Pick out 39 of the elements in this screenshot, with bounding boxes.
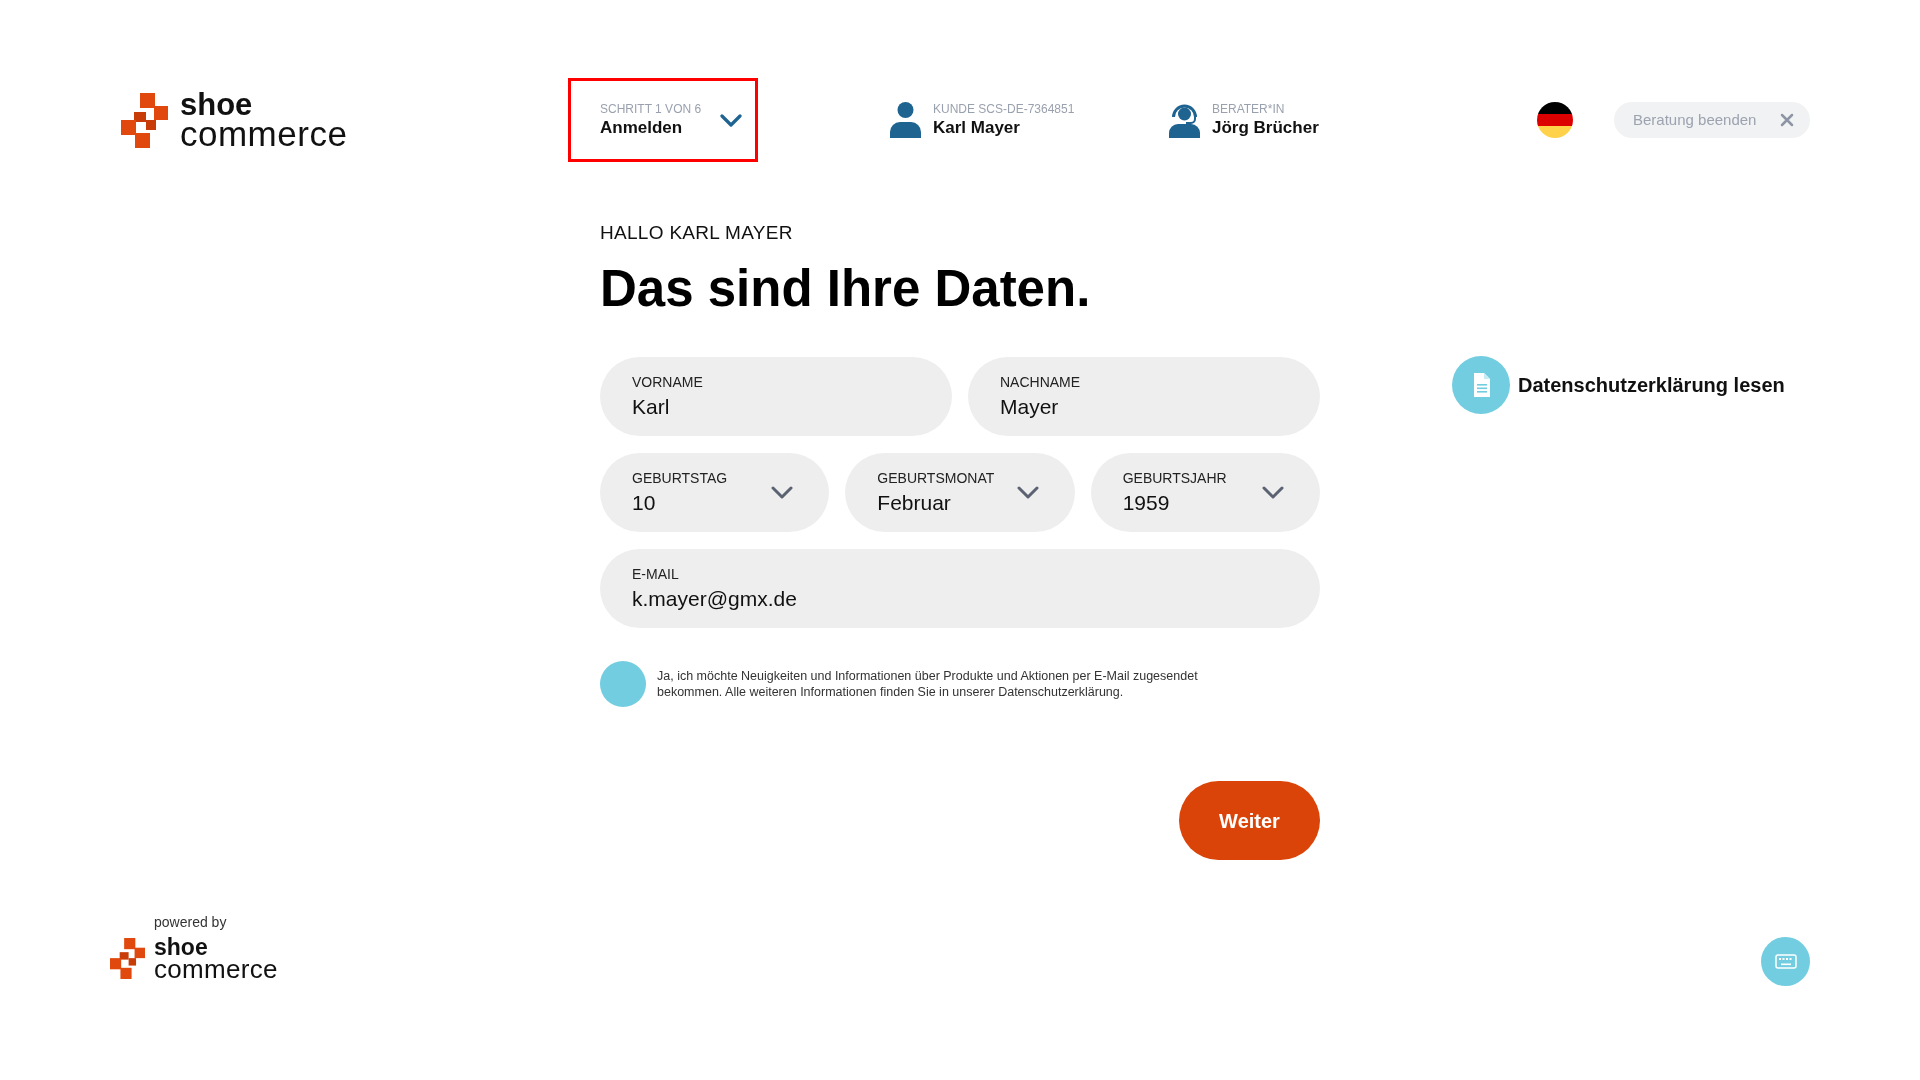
field-label: VORNAME <box>632 373 704 391</box>
person-icon <box>890 102 921 138</box>
chevron-down-icon <box>1262 486 1284 499</box>
field-label: GEBURTSMONAT <box>877 469 996 487</box>
next-button[interactable]: Weiter <box>1179 781 1320 860</box>
powered-by-text: powered by <box>154 913 228 931</box>
advisor-name: Jörg Brücher <box>1212 117 1319 139</box>
step-dropdown[interactable]: SCHRITT 1 VON 6 Anmelden <box>600 101 743 139</box>
dropdown-field[interactable]: GEBURTSTAG 10 <box>600 453 830 532</box>
chevron-down-icon <box>1016 486 1039 499</box>
dropdown-field[interactable]: GEBURTSMONAT Februar <box>845 453 1075 532</box>
checkbox[interactable] <box>600 661 646 707</box>
field-label: GEBURTSTAG <box>632 469 729 487</box>
privacy-link[interactable]: Datenschutzerklärung lesen <box>1452 356 1785 414</box>
greeting-text: HALLO KARL MAYER <box>600 221 794 245</box>
logo-wordmark: shoe commerce <box>154 937 278 980</box>
flag-icon[interactable] <box>1537 102 1573 138</box>
advisor-caption: BERATER*IN <box>1212 101 1286 117</box>
text-field[interactable]: VORNAME Karl <box>600 357 952 436</box>
squares-logo-icon <box>121 92 168 148</box>
logo-wordmark: shoe commerce <box>180 91 348 149</box>
close-icon <box>1780 113 1794 127</box>
field-label: GEBURTSJAHR <box>1122 469 1228 487</box>
keyboard-button[interactable] <box>1761 937 1810 986</box>
customer-caption: KUNDE SCS-DE-7364851 <box>933 101 1075 117</box>
customer-name: Karl Mayer <box>933 117 1021 139</box>
field-label: NACHNAME <box>1000 373 1082 391</box>
keyboard-icon <box>1774 954 1797 969</box>
headset-person-icon <box>1169 102 1200 138</box>
consent-text: Ja, ich möchte Neuigkeiten und Informationen über Produkte und Aktionen per E-Mail zugesendet bekommen. Alle weiteren Informationen finden Sie in unserer Datenschutzerklärung. <box>657 668 1199 700</box>
document-icon <box>1452 356 1510 414</box>
field-label: E-MAIL <box>632 565 680 583</box>
chevron-down-icon <box>771 486 794 499</box>
chevron-down-icon <box>720 113 743 127</box>
text-field[interactable]: NACHNAME Mayer <box>968 357 1320 436</box>
text-field[interactable]: E-MAIL k.mayer@gmx.de <box>600 549 1320 628</box>
squares-logo-icon <box>110 938 145 979</box>
dropdown-field[interactable]: GEBURTSJAHR 1959 <box>1090 453 1320 532</box>
page-heading: Das sind Ihre Daten. <box>600 261 1092 317</box>
